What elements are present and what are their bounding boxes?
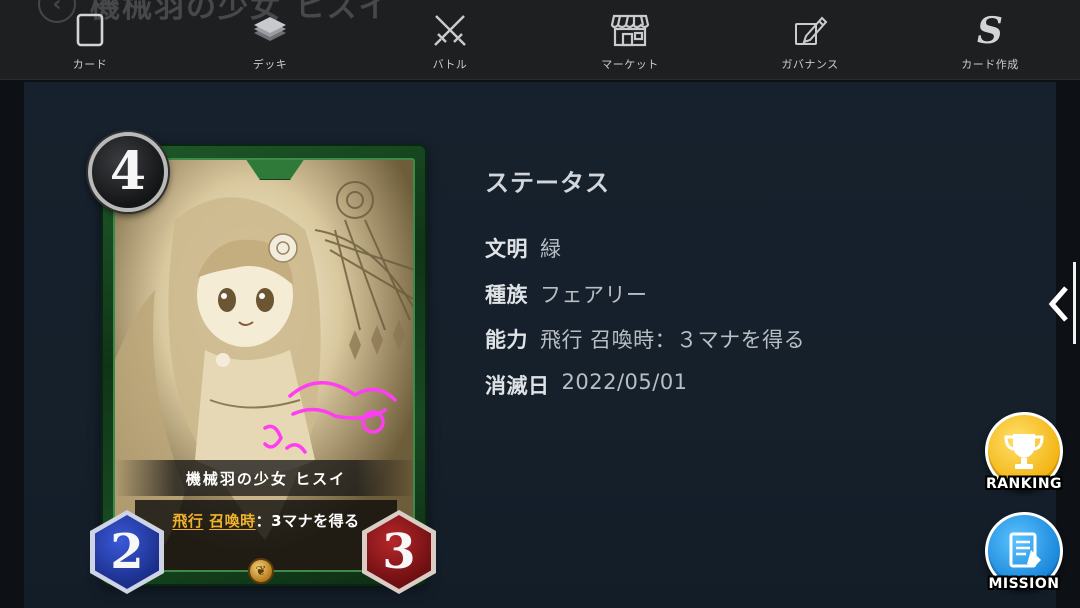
mission-clipboard-icon	[1009, 532, 1041, 568]
nav-card-create[interactable]: S カード作成	[920, 10, 1060, 74]
card-name: 機械羽の少女 ヒスイ	[185, 469, 347, 488]
status-key: 消滅日	[485, 374, 550, 398]
status-row-ability: 能力 飛行 召喚時：３マナを得る	[485, 324, 805, 354]
mission-button[interactable]: MISSION	[980, 512, 1068, 608]
card-frame[interactable]: 機械羽の少女 ヒスイ 飛行 召喚時：3マナを得る	[103, 146, 425, 584]
ranking-button[interactable]: RANKING	[980, 412, 1068, 508]
status-value: 2022/05/01	[561, 370, 688, 394]
nav-card[interactable]: カード	[20, 10, 160, 74]
card-toughness: 3	[382, 524, 416, 580]
chevron-left-icon[interactable]	[1044, 284, 1072, 324]
ability-keyword-flying: 飛行	[172, 512, 204, 530]
ranking-label: RANKING	[985, 476, 1063, 492]
card-power: 2	[110, 524, 144, 580]
card-cost: 4	[109, 141, 147, 202]
status-row-race: 種族 フェアリー	[485, 279, 648, 309]
card-create-s-icon: S	[968, 10, 1012, 50]
rarity-feather-icon: ❦	[248, 558, 274, 584]
status-row-civilization: 文明 緑	[485, 233, 562, 263]
nav-deck-label: デッキ	[252, 58, 288, 71]
nav-card-create-label: カード作成	[961, 58, 1019, 71]
nav-card-label: カード	[72, 58, 108, 71]
nav-battle[interactable]: バトル	[380, 10, 520, 74]
governance-pen-icon	[788, 10, 832, 50]
card-nameplate: 機械羽の少女 ヒスイ	[115, 460, 413, 496]
side-drawer-handle[interactable]	[1073, 262, 1076, 344]
status-row-expiry-date: 消滅日 2022/05/01	[485, 370, 688, 400]
top-nav-bar: ‹ 機械羽の少女 ヒスイ カード デッキ バトル マーケット ガバナンス S カ…	[0, 0, 1080, 80]
status-key: 文明	[485, 237, 528, 261]
status-key: 能力	[485, 328, 528, 352]
card-cost-badge: 4	[88, 132, 168, 212]
nav-governance[interactable]: ガバナンス	[740, 10, 880, 74]
market-store-icon	[608, 10, 652, 50]
trophy-icon	[1004, 434, 1044, 469]
card-icon	[68, 10, 112, 50]
ability-effect: ：3マナを得る	[255, 512, 360, 530]
card-ability-text: 飛行 召喚時：3マナを得る	[135, 510, 397, 531]
card-art-frame: 機械羽の少女 ヒスイ 飛行 召喚時：3マナを得る	[113, 158, 415, 572]
nav-market[interactable]: マーケット	[560, 10, 700, 74]
status-value: フェアリー	[540, 283, 648, 307]
nav-governance-label: ガバナンス	[781, 58, 839, 71]
svg-text:S: S	[977, 11, 1003, 49]
status-value: 緑	[540, 237, 562, 261]
status-value: 飛行 召喚時：３マナを得る	[540, 328, 806, 352]
mission-label: MISSION	[988, 576, 1060, 592]
battle-swords-icon	[428, 10, 472, 50]
ability-keyword-on-summon: 召喚時	[209, 512, 256, 530]
nav-deck[interactable]: デッキ	[200, 10, 340, 74]
nav-battle-label: バトル	[432, 58, 468, 71]
nav-market-label: マーケット	[601, 58, 659, 71]
deck-icon	[248, 10, 292, 50]
status-heading: ステータス	[485, 169, 610, 197]
status-key: 種族	[485, 283, 528, 307]
